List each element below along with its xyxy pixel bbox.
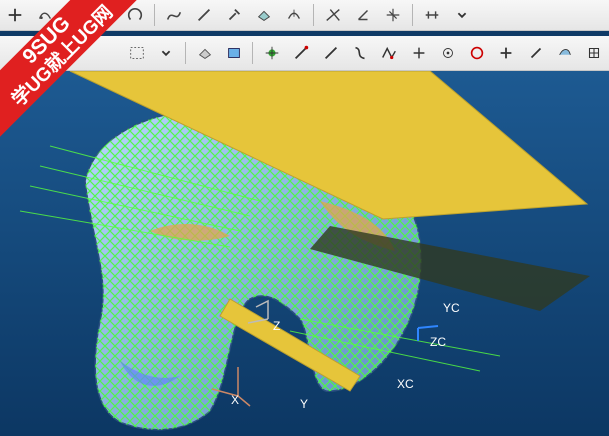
circle-icon[interactable] (465, 40, 490, 66)
shaded-icon[interactable] (192, 40, 217, 66)
wrench-icon[interactable] (221, 2, 247, 28)
slash-icon[interactable] (523, 40, 548, 66)
point-snap-icon[interactable] (435, 40, 460, 66)
axis-icon[interactable] (406, 40, 431, 66)
box-icon[interactable] (221, 40, 246, 66)
separator (184, 42, 186, 64)
dropdown-icon[interactable] (154, 40, 179, 66)
plus-icon[interactable] (494, 40, 519, 66)
yc-axis-label: YC (443, 301, 460, 315)
y-axis-label: Y (300, 397, 308, 411)
z-axis-label: Z (273, 319, 280, 333)
separator (252, 42, 254, 64)
axis-icon[interactable] (380, 2, 406, 28)
x-axis-label: X (231, 393, 239, 407)
measure-icon[interactable] (419, 2, 445, 28)
surface-icon[interactable] (552, 40, 577, 66)
curve-icon[interactable] (377, 40, 402, 66)
separator (412, 4, 413, 26)
surface-icon[interactable] (251, 2, 277, 28)
separator (313, 4, 314, 26)
separator (154, 4, 155, 26)
grid-icon[interactable] (582, 40, 607, 66)
spline-icon[interactable] (347, 40, 372, 66)
trim-icon[interactable] (320, 2, 346, 28)
point-icon[interactable] (259, 40, 284, 66)
plus-icon[interactable] (2, 2, 28, 28)
model-render: Z X Y YC XC ZC (19, 71, 590, 431)
xc-axis-label: XC (397, 377, 414, 391)
spline-icon[interactable] (161, 2, 187, 28)
selection-box-icon[interactable] (124, 40, 149, 66)
zc-axis-label: ZC (430, 335, 446, 349)
line-icon[interactable] (289, 40, 314, 66)
line-icon[interactable] (318, 40, 343, 66)
curve-edit-icon[interactable] (281, 2, 307, 28)
3d-viewport[interactable]: Z X Y YC XC ZC (0, 71, 609, 436)
angle-icon[interactable] (350, 2, 376, 28)
line-icon[interactable] (191, 2, 217, 28)
dropdown-icon[interactable] (449, 2, 475, 28)
